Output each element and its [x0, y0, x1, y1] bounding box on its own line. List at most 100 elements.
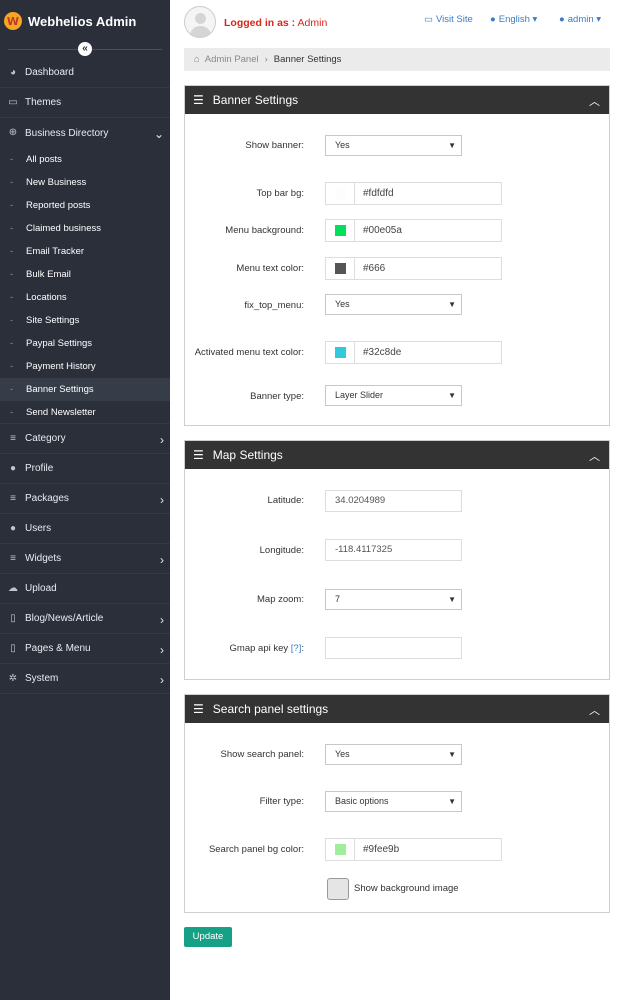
update-button[interactable]: Update [184, 927, 232, 947]
sidebar-item-blog[interactable]: ▯ Blog/News/Article › [0, 604, 170, 634]
sidebar-subitem-banner-settings[interactable]: - Banner Settings [0, 378, 170, 401]
sidebar-item-system[interactable]: ✲ System › [0, 664, 170, 694]
chevron-right-icon: › [160, 493, 164, 507]
sidebar-subitem-label: Payment History [26, 361, 96, 372]
topbar: Logged in as : Admin ▭ Visit Site ● Englis… [170, 0, 621, 42]
monitor-icon: ▭ [8, 96, 18, 108]
sidebar-item-upload[interactable]: ☁ Upload [0, 574, 170, 604]
sidebar-subitem-new-business[interactable]: - New Business [0, 171, 170, 194]
banner-type-select[interactable]: Layer Slider ▼ [325, 385, 462, 406]
menu-text-input[interactable]: #666 [325, 257, 502, 280]
latitude-label: Latitude: [267, 495, 304, 506]
banner-settings-panel: ☰ Banner Settings ︿ Show banner: Yes ▼ To… [184, 85, 610, 426]
chevron-up-icon[interactable]: ︿ [589, 702, 600, 718]
show-search-select[interactable]: Yes ▼ [325, 744, 462, 765]
sidebar-item-packages[interactable]: ≡ Packages › [0, 484, 170, 514]
panel-header: ☰ Banner Settings ︿ [185, 86, 609, 114]
caret-down-icon: ▼ [448, 595, 456, 604]
sidebar-item-pages-menu[interactable]: ▯ Pages & Menu › [0, 634, 170, 664]
sidebar-subitem-locations[interactable]: - Locations [0, 286, 170, 309]
user-icon: ● [559, 14, 565, 25]
sidebar-subitem-label: Email Tracker [26, 246, 85, 257]
file-icon: ▯ [10, 642, 16, 654]
map-zoom-select[interactable]: 7 ▼ [325, 589, 462, 610]
active-menu-color-label: Activated menu text color: [194, 347, 304, 358]
breadcrumb-separator: › [264, 54, 268, 65]
gmap-key-input[interactable] [325, 637, 462, 659]
show-banner-select[interactable]: Yes ▼ [325, 135, 462, 156]
gmap-help-link[interactable]: [?] [291, 643, 302, 654]
color-swatch[interactable] [334, 225, 346, 236]
sidebar-item-themes[interactable]: ▭ Themes [0, 88, 170, 118]
color-swatch[interactable] [334, 263, 346, 274]
brand-title: Webhelios Admin [28, 13, 137, 29]
home-icon: ⌂ [194, 54, 200, 65]
bars-icon: ≡ [10, 492, 16, 504]
chevron-up-icon[interactable]: ︿ [589, 93, 600, 109]
menu-text-label: Menu text color: [236, 263, 304, 274]
brand[interactable]: W Webhelios Admin [0, 0, 170, 42]
active-menu-color-input[interactable]: #32c8de [325, 341, 502, 364]
caret-down-icon: ▼ [448, 797, 456, 806]
show-bg-image-checkbox[interactable] [327, 878, 349, 900]
sidebar-subitem-bulk-email[interactable]: - Bulk Email [0, 263, 170, 286]
logged-in-status: Logged in as : Admin [224, 17, 327, 29]
chevron-right-icon: › [160, 613, 164, 627]
panel-header: ☰ Map Settings ︿ [185, 441, 609, 469]
menu-bg-input[interactable]: #00e05a [325, 219, 502, 242]
show-bg-image-label: Show background image [354, 883, 459, 894]
sidebar-item-label: System [25, 673, 59, 684]
map-zoom-label: Map zoom: [257, 594, 304, 605]
visit-site-label: Visit Site [435, 14, 473, 25]
sidebar-subitem-send-newsletter[interactable]: - Send Newsletter [0, 401, 170, 424]
color-value: #fdfdfd [363, 188, 394, 199]
sidebar-item-profile[interactable]: ● Profile [0, 454, 170, 484]
select-value: 7 [335, 594, 341, 604]
map-settings-panel: ☰ Map Settings ︿ Latitude: 34.0204989 Lo… [184, 440, 610, 680]
sidebar-subitem-paypal-settings[interactable]: - Paypal Settings [0, 332, 170, 355]
fix-top-menu-select[interactable]: Yes ▼ [325, 294, 462, 315]
sidebar-subitem-label: Bulk Email [26, 269, 71, 280]
sidebar-subitem-all-posts[interactable]: - All posts [0, 148, 170, 171]
latitude-input[interactable]: 34.0204989 [325, 490, 462, 512]
sidebar-subitem-reported-posts[interactable]: - Reported posts [0, 194, 170, 217]
sidebar-item-widgets[interactable]: ≡ Widgets › [0, 544, 170, 574]
sidebar-subitem-site-settings[interactable]: - Site Settings [0, 309, 170, 332]
color-value: #00e05a [363, 225, 402, 236]
visit-site-link[interactable]: ▭ Visit Site [424, 14, 473, 25]
bars-icon: ≡ [10, 552, 16, 564]
sidebar-subitem-label: Claimed business [26, 223, 101, 234]
breadcrumb-root[interactable]: Admin Panel [205, 54, 259, 65]
panel-title: Map Settings [212, 448, 283, 462]
sidebar-item-business-directory[interactable]: ⊕ Business Directory ⌄ [0, 118, 170, 148]
user-menu-label: admin [567, 14, 594, 25]
user-dropdown[interactable]: ● admin ▾ [559, 14, 601, 25]
caret-down-icon: ▼ [448, 300, 456, 309]
chevron-up-icon[interactable]: ︿ [589, 448, 600, 464]
color-swatch[interactable] [334, 844, 346, 855]
sidebar-item-users[interactable]: ● Users [0, 514, 170, 544]
sidebar-subitem-label: Locations [26, 292, 67, 303]
search-bg-color-input[interactable]: #9fee9b [325, 838, 502, 861]
sidebar-item-label: Business Directory [25, 127, 109, 139]
sidebar-subitem-email-tracker[interactable]: - Email Tracker [0, 240, 170, 263]
longitude-input[interactable]: -118.4117325 [325, 539, 462, 561]
top-bar-bg-input[interactable]: #fdfdfd [325, 182, 502, 205]
sidebar-collapse-button[interactable]: « [78, 42, 92, 56]
color-value: #32c8de [363, 347, 402, 358]
sidebar-item-category[interactable]: ≡ Category › [0, 424, 170, 454]
sidebar-subitem-payment-history[interactable]: - Payment History [0, 355, 170, 378]
sidebar-item-dashboard[interactable]: ◕ Dashboard [0, 58, 170, 88]
chevron-right-icon: › [160, 643, 164, 657]
sidebar-item-label: Upload [25, 583, 57, 594]
language-dropdown[interactable]: ● English ▾ [490, 14, 537, 25]
menu-bg-label: Menu background: [225, 225, 304, 236]
color-swatch[interactable] [334, 188, 346, 199]
sidebar-subitem-claimed-business[interactable]: - Claimed business [0, 217, 170, 240]
sidebar-item-label: Category [25, 433, 66, 444]
sidebar-subitem-label: All posts [26, 154, 62, 165]
color-swatch[interactable] [334, 347, 346, 358]
sidebar-subitem-label: New Business [26, 177, 87, 188]
filter-type-select[interactable]: Basic options ▼ [325, 791, 462, 812]
gmap-key-label: Gmap api key [?]: [184, 643, 304, 655]
